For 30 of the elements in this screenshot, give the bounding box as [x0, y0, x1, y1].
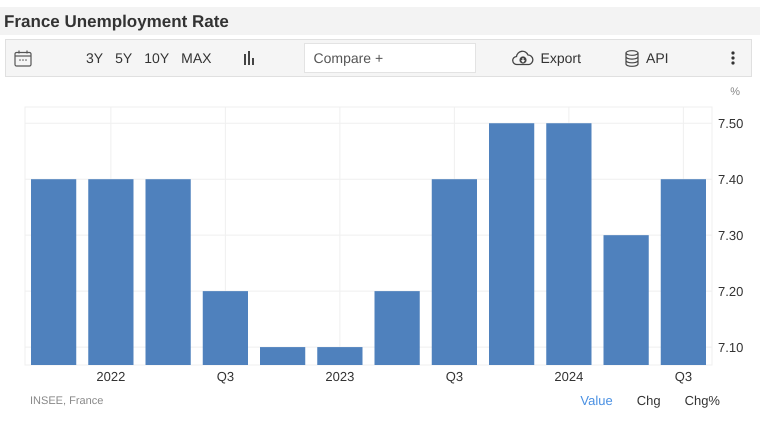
x-axis-label: 2022 [96, 369, 126, 384]
api-button[interactable]: API [624, 48, 669, 68]
database-icon [624, 50, 639, 66]
x-axis-label: 2024 [554, 369, 584, 384]
y-axis-label: 7.10 [718, 340, 744, 356]
y-axis-label: 7.20 [718, 284, 744, 300]
range-button[interactable]: MAX [175, 48, 218, 68]
y-axis-label: 7.30 [718, 228, 744, 244]
y-axis-label: 7.50 [718, 116, 744, 132]
unit-label: % [730, 86, 740, 98]
range-button[interactable]: 10Y [138, 48, 176, 68]
bar [317, 347, 362, 365]
range-button[interactable]: 5Y [109, 48, 138, 68]
x-axis-label: Q3 [446, 369, 464, 384]
calendar-icon[interactable] [14, 50, 32, 66]
view-tab[interactable]: Chg [636, 391, 661, 410]
bar [260, 347, 306, 365]
more-icon[interactable] [731, 51, 735, 65]
x-axis-label: Q3 [216, 369, 234, 384]
x-axis-label: Q3 [674, 369, 692, 384]
chart-title: France Unemployment Rate [4, 12, 229, 31]
y-axis-label: 7.40 [718, 172, 744, 188]
compare-field[interactable]: Compare + [304, 43, 476, 73]
bar-chart-icon[interactable] [242, 51, 256, 65]
export-button[interactable]: Export [512, 48, 581, 68]
range-button[interactable]: 3Y [80, 48, 110, 68]
x-axis-label: 2023 [325, 369, 354, 384]
source-label: INSEE, France [30, 394, 104, 408]
view-tab[interactable]: Chg% [684, 391, 720, 410]
cloud-download-icon [512, 50, 534, 66]
